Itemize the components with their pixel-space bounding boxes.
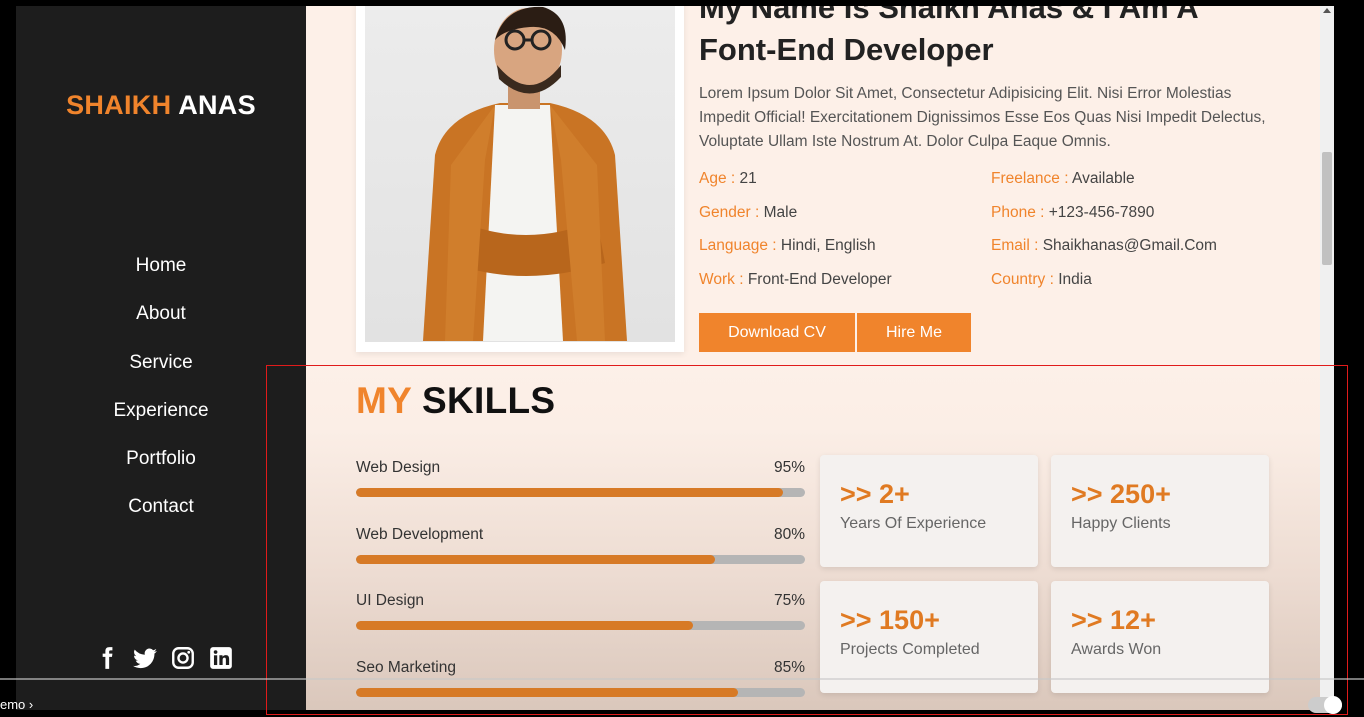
skill-percent: 85% (773, 659, 805, 676)
skill-bar-fill (356, 488, 783, 497)
stat-card-experience: >> 2+ Years Of Experience (820, 455, 1038, 567)
info-key: Age (699, 170, 727, 187)
logo[interactable]: SHAIKH ANAS (16, 90, 306, 121)
hire-me-button[interactable]: Hire Me (857, 313, 971, 352)
info-language: Language : Hindi, English (699, 237, 876, 254)
logo-first: SHAIKH (66, 90, 172, 120)
sidebar: SHAIKH ANAS Home About Service Experienc… (16, 6, 306, 710)
browser-viewport: SHAIKH ANAS Home About Service Experienc… (16, 6, 1334, 710)
info-value: Front-End Developer (747, 270, 892, 288)
skill-web-design: Web Design 95% (356, 459, 805, 497)
info-value: +123-456-7890 (1048, 203, 1155, 221)
info-value: 21 (739, 170, 757, 187)
stat-card-clients: >> 250+ Happy Clients (1051, 455, 1269, 567)
scroll-up-arrow-icon[interactable] (1323, 8, 1331, 13)
player-label-text: emo (0, 697, 26, 712)
skill-bar (356, 488, 805, 497)
skill-name: Web Design (356, 459, 441, 476)
info-key: Country (991, 270, 1046, 288)
skill-name: UI Design (356, 592, 425, 609)
nav-experience[interactable]: Experience (16, 397, 306, 445)
info-email: Email : Shaikhanas@Gmail.Com (991, 237, 1217, 254)
stat-number: >> 250+ (1071, 479, 1171, 509)
info-value: Male (763, 203, 798, 221)
about-headline-line1: My Name Is Shaikh Anas & I Am A (699, 6, 1199, 25)
skills-title-accent: MY (356, 380, 412, 421)
stat-card-awards: >> 12+ Awards Won (1051, 581, 1269, 693)
instagram-icon[interactable] (170, 645, 196, 671)
info-value: Hindi, English (780, 237, 876, 254)
info-gender: Gender : Male (699, 203, 798, 221)
skill-bar (356, 688, 805, 697)
info-key: Email (991, 237, 1030, 254)
stat-number: >> 2+ (840, 479, 910, 509)
info-key: Freelance (991, 170, 1060, 187)
logo-last: ANAS (178, 90, 256, 120)
nav-home[interactable]: Home (16, 252, 306, 300)
about-headline-line2: Font-End Developer (699, 32, 994, 67)
about-description: Lorem Ipsum Dolor Sit Amet, Consectetur … (699, 85, 1266, 150)
info-phone: Phone : +123-456-7890 (991, 203, 1155, 221)
skill-ui-design: UI Design 75% (356, 592, 805, 630)
chevron-right-icon: › (28, 697, 34, 712)
profile-photo-card (356, 6, 684, 352)
social-links (94, 645, 234, 671)
skill-bar-fill (356, 688, 738, 697)
personal-info: Age : 21 Freelance : Available Gender : … (699, 169, 1299, 290)
main-nav: Home About Service Experience Portfolio … (16, 252, 306, 542)
info-key: Work (699, 270, 735, 288)
info-country: Country : India (991, 270, 1092, 288)
about-buttons: Download CV Hire Me (699, 313, 971, 352)
info-work: Work : Front-End Developer (699, 270, 892, 288)
stat-caption: Awards Won (1071, 641, 1162, 658)
stat-caption: Happy Clients (1071, 515, 1171, 532)
main-content: My Name Is Shaikh Anas & I Am A Font-End… (306, 6, 1334, 710)
stat-card-projects: >> 150+ Projects Completed (820, 581, 1038, 693)
info-value: India (1058, 270, 1092, 288)
nav-portfolio[interactable]: Portfolio (16, 445, 306, 493)
skill-bar-fill (356, 621, 693, 630)
skills-title: MY SKILLS (356, 380, 555, 422)
autoplay-toggle[interactable] (1308, 696, 1342, 714)
stat-number: >> 12+ (1071, 605, 1156, 635)
skill-bar-fill (356, 555, 716, 564)
skill-percent: 80% (773, 526, 805, 543)
page-scrollbar[interactable] (1320, 6, 1334, 710)
skill-web-development: Web Development 80% (356, 526, 805, 564)
info-value: Available (1072, 170, 1135, 187)
nav-contact[interactable]: Contact (16, 493, 306, 541)
skill-bar (356, 555, 805, 564)
nav-service[interactable]: Service (16, 349, 306, 397)
video-progress-line[interactable] (0, 678, 1364, 680)
skill-percent: 75% (773, 592, 805, 609)
info-key: Gender (699, 203, 751, 221)
skills-title-rest: SKILLS (422, 380, 556, 421)
info-age: Age : 21 (699, 170, 757, 187)
info-key: Language (699, 237, 768, 254)
skills-section: MY SKILLS Web Design 95% Web Development 8… (306, 358, 1334, 710)
skill-name: Seo Marketing (356, 659, 456, 676)
player-label[interactable]: emo › (0, 697, 33, 712)
linkedin-icon[interactable] (208, 645, 234, 671)
skill-name: Web Development (356, 526, 484, 543)
download-cv-button[interactable]: Download CV (699, 313, 855, 352)
stat-caption: Projects Completed (840, 641, 980, 658)
nav-about[interactable]: About (16, 300, 306, 348)
twitter-icon[interactable] (132, 645, 158, 671)
stat-number: >> 150+ (840, 605, 940, 635)
facebook-icon[interactable] (94, 645, 120, 671)
stat-caption: Years Of Experience (840, 515, 987, 532)
play-icon (1324, 696, 1342, 714)
profile-photo (365, 6, 675, 342)
scrollbar-thumb[interactable] (1322, 152, 1332, 265)
skill-percent: 95% (773, 459, 805, 476)
info-value: Shaikhanas@Gmail.Com (1042, 237, 1217, 254)
skill-bar (356, 621, 805, 630)
info-freelance: Freelance : Available (991, 170, 1135, 187)
info-key: Phone (991, 203, 1036, 221)
